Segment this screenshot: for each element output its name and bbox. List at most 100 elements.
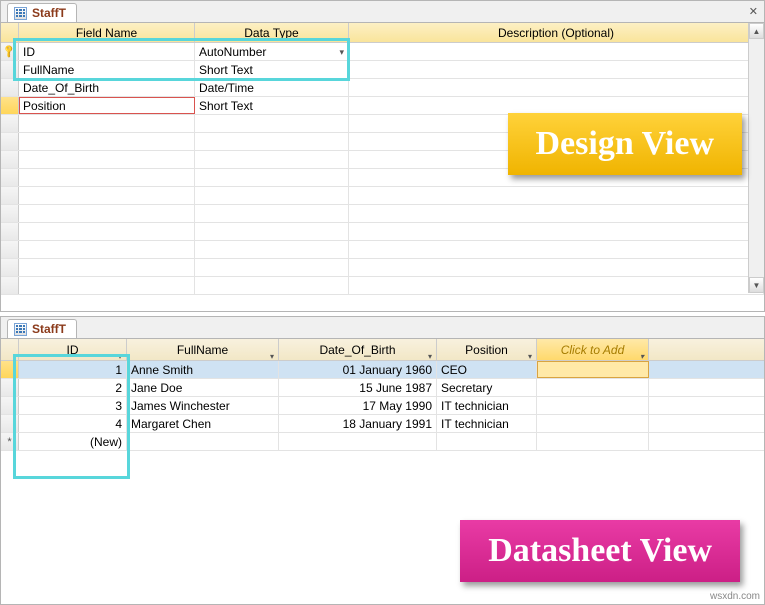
table-icon xyxy=(14,7,27,20)
row-selector[interactable]: * xyxy=(1,433,19,450)
data-type-cell[interactable]: Date/Time xyxy=(195,79,349,96)
cell-fullname[interactable]: Margaret Chen xyxy=(127,415,279,432)
row-selector[interactable] xyxy=(1,205,19,222)
field-name-cell[interactable]: ID xyxy=(19,43,195,60)
table-row[interactable] xyxy=(1,223,764,241)
cell-fullname[interactable] xyxy=(127,433,279,450)
description-cell[interactable] xyxy=(349,79,764,96)
cell-position[interactable] xyxy=(437,433,537,450)
cell-fullname[interactable]: Jane Doe xyxy=(127,379,279,396)
field-name-cell[interactable]: Position xyxy=(19,97,195,114)
row-selector[interactable]: 🔑 xyxy=(1,43,19,60)
new-record-row[interactable]: * (New) xyxy=(1,433,764,451)
data-type-cell[interactable]: AutoNumber▾ xyxy=(195,43,349,60)
cell-position[interactable]: IT technician xyxy=(437,415,537,432)
cell-id[interactable]: 3 xyxy=(19,397,127,414)
description-cell[interactable] xyxy=(349,61,764,78)
table-row[interactable] xyxy=(1,241,764,259)
cell-dob[interactable]: 01 January 1960 xyxy=(279,361,437,378)
row-selector[interactable] xyxy=(1,361,19,378)
chevron-down-icon[interactable]: ▾ xyxy=(339,43,344,61)
cell-fullname[interactable]: James Winchester xyxy=(127,397,279,414)
design-column-header: Field Name Data Type Description (Option… xyxy=(1,23,764,43)
design-view-panel: StaffT ✕ Field Name Data Type Descriptio… xyxy=(0,0,765,312)
data-type-cell[interactable]: Short Text xyxy=(195,97,349,114)
row-selector[interactable] xyxy=(1,415,19,432)
chevron-down-icon[interactable]: ▾ xyxy=(428,346,432,368)
row-selector[interactable] xyxy=(1,79,19,96)
table-row[interactable]: 2 Jane Doe 15 June 1987 Secretary xyxy=(1,379,764,397)
cell-add[interactable] xyxy=(537,415,649,432)
col-click-to-add[interactable]: Click to Add▾ xyxy=(537,339,649,360)
scroll-down-button[interactable]: ▼ xyxy=(749,277,764,293)
chevron-down-icon[interactable]: ▾ xyxy=(528,346,532,368)
table-icon xyxy=(14,323,27,336)
row-selector[interactable] xyxy=(1,277,19,294)
row-selector[interactable] xyxy=(1,223,19,240)
description-cell[interactable] xyxy=(349,97,764,114)
col-dob[interactable]: Date_Of_Birth▾ xyxy=(279,339,437,360)
field-name-cell[interactable]: Date_Of_Birth xyxy=(19,79,195,96)
cell-add[interactable] xyxy=(537,397,649,414)
field-name-cell[interactable]: FullName xyxy=(19,61,195,78)
cell-position[interactable]: IT technician xyxy=(437,397,537,414)
select-all-cell[interactable] xyxy=(1,339,19,360)
col-fullname[interactable]: FullName▾ xyxy=(127,339,279,360)
description-cell[interactable] xyxy=(349,43,764,60)
col-description[interactable]: Description (Optional) xyxy=(349,23,764,42)
cell-id[interactable]: 4 xyxy=(19,415,127,432)
cell-add[interactable] xyxy=(537,361,649,378)
close-icon[interactable]: ✕ xyxy=(749,5,758,18)
col-data-type[interactable]: Data Type xyxy=(195,23,349,42)
tab-stafft[interactable]: StaffT xyxy=(7,319,77,338)
tab-stafft[interactable]: StaffT xyxy=(7,3,77,22)
table-row[interactable]: Date_Of_Birth Date/Time xyxy=(1,79,764,97)
cell-add[interactable] xyxy=(537,433,649,450)
scroll-up-button[interactable]: ▲ xyxy=(749,23,764,39)
cell-dob[interactable] xyxy=(279,433,437,450)
cell-position[interactable]: CEO xyxy=(437,361,537,378)
datasheet-view-badge: Datasheet View xyxy=(460,520,740,582)
table-row[interactable]: 3 James Winchester 17 May 1990 IT techni… xyxy=(1,397,764,415)
cell-add[interactable] xyxy=(537,379,649,396)
watermark: wsxdn.com xyxy=(710,591,760,602)
col-id[interactable]: ID▾ xyxy=(19,339,127,360)
cell-dob[interactable]: 15 June 1987 xyxy=(279,379,437,396)
row-selector[interactable] xyxy=(1,187,19,204)
table-row[interactable]: 4 Margaret Chen 18 January 1991 IT techn… xyxy=(1,415,764,433)
table-row[interactable] xyxy=(1,205,764,223)
cell-id[interactable]: (New) xyxy=(19,433,127,450)
table-row[interactable] xyxy=(1,187,764,205)
row-selector[interactable] xyxy=(1,151,19,168)
chevron-down-icon[interactable]: ▾ xyxy=(640,346,644,368)
chevron-down-icon[interactable]: ▾ xyxy=(270,346,274,368)
vertical-scrollbar[interactable]: ▲ ▼ xyxy=(748,23,764,293)
cell-dob[interactable]: 18 January 1991 xyxy=(279,415,437,432)
row-selector[interactable] xyxy=(1,379,19,396)
cell-id[interactable]: 2 xyxy=(19,379,127,396)
row-selector[interactable] xyxy=(1,115,19,132)
row-selector[interactable] xyxy=(1,97,19,114)
table-row[interactable]: FullName Short Text xyxy=(1,61,764,79)
row-selector-header[interactable] xyxy=(1,23,19,42)
design-view-badge: Design View xyxy=(508,113,743,175)
table-row[interactable] xyxy=(1,259,764,277)
row-selector[interactable] xyxy=(1,133,19,150)
table-row[interactable] xyxy=(1,277,764,295)
cell-id[interactable]: 1 xyxy=(19,361,127,378)
chevron-down-icon[interactable]: ▾ xyxy=(118,346,122,368)
row-selector[interactable] xyxy=(1,61,19,78)
cell-position[interactable]: Secretary xyxy=(437,379,537,396)
col-position[interactable]: Position▾ xyxy=(437,339,537,360)
data-type-cell[interactable]: Short Text xyxy=(195,61,349,78)
col-field-name[interactable]: Field Name xyxy=(19,23,195,42)
datasheet-view-panel: StaffT ID▾ FullName▾ Date_Of_Birth▾ Posi… xyxy=(0,316,765,605)
cell-dob[interactable]: 17 May 1990 xyxy=(279,397,437,414)
row-selector[interactable] xyxy=(1,397,19,414)
row-selector[interactable] xyxy=(1,241,19,258)
row-selector[interactable] xyxy=(1,259,19,276)
table-row[interactable]: 1 Anne Smith 01 January 1960 CEO xyxy=(1,361,764,379)
table-row[interactable]: 🔑 ID AutoNumber▾ xyxy=(1,43,764,61)
row-selector[interactable] xyxy=(1,169,19,186)
cell-fullname[interactable]: Anne Smith xyxy=(127,361,279,378)
